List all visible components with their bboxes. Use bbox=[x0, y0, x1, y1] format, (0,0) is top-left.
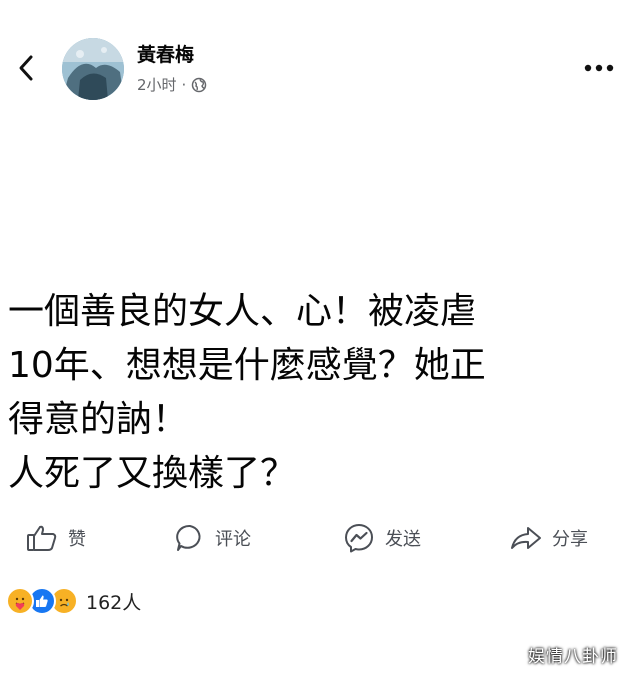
comment-icon bbox=[176, 524, 201, 551]
comment-label: 评论 bbox=[215, 529, 251, 550]
avatar-image bbox=[62, 38, 124, 100]
post-text-line: 一個善良的女人、心！被凌虐 bbox=[8, 291, 477, 332]
more-dots-icon bbox=[584, 64, 614, 72]
chevron-left-icon bbox=[19, 55, 33, 81]
reaction-count: 162人 bbox=[86, 591, 142, 614]
post-header: 黃春梅 2小时 · bbox=[0, 0, 628, 110]
meta-separator: · bbox=[181, 75, 187, 94]
post-text-line: 得意的訥！ bbox=[8, 399, 189, 440]
globe-icon bbox=[192, 77, 207, 92]
action-bar: 赞 评论 发送 分享 bbox=[0, 516, 628, 560]
avatar[interactable] bbox=[62, 38, 124, 100]
post-text-line: 10年、想想是什麼感覺？她正 bbox=[8, 345, 486, 386]
author-name[interactable]: 黃春梅 bbox=[137, 40, 194, 67]
like-label: 赞 bbox=[68, 529, 86, 550]
send-label: 发送 bbox=[385, 529, 421, 550]
back-button[interactable] bbox=[10, 50, 42, 86]
send-button[interactable]: 发送 bbox=[343, 516, 421, 560]
share-button[interactable]: 分享 bbox=[510, 516, 588, 560]
reactions-summary[interactable]: 162人 bbox=[6, 587, 141, 615]
post-meta: 2小时 · bbox=[137, 74, 207, 95]
comment-button[interactable]: 评论 bbox=[175, 516, 251, 560]
share-label: 分享 bbox=[552, 529, 588, 550]
like-button[interactable]: 赞 bbox=[26, 516, 86, 560]
watermark: 娱情八卦师 bbox=[528, 647, 618, 667]
post-time[interactable]: 2小时 bbox=[137, 74, 177, 95]
thumbs-up-icon bbox=[27, 525, 57, 551]
more-options-button[interactable] bbox=[582, 55, 616, 81]
share-arrow-icon bbox=[511, 527, 541, 549]
post-text-line: 人死了又換樣了？ bbox=[8, 453, 297, 494]
post-text: 一個善良的女人、心！被凌虐 10年、想想是什麼感覺？她正 得意的訥！ 人死了又換… bbox=[8, 285, 618, 501]
care-reaction-icon bbox=[6, 587, 34, 615]
messenger-icon bbox=[345, 524, 373, 553]
